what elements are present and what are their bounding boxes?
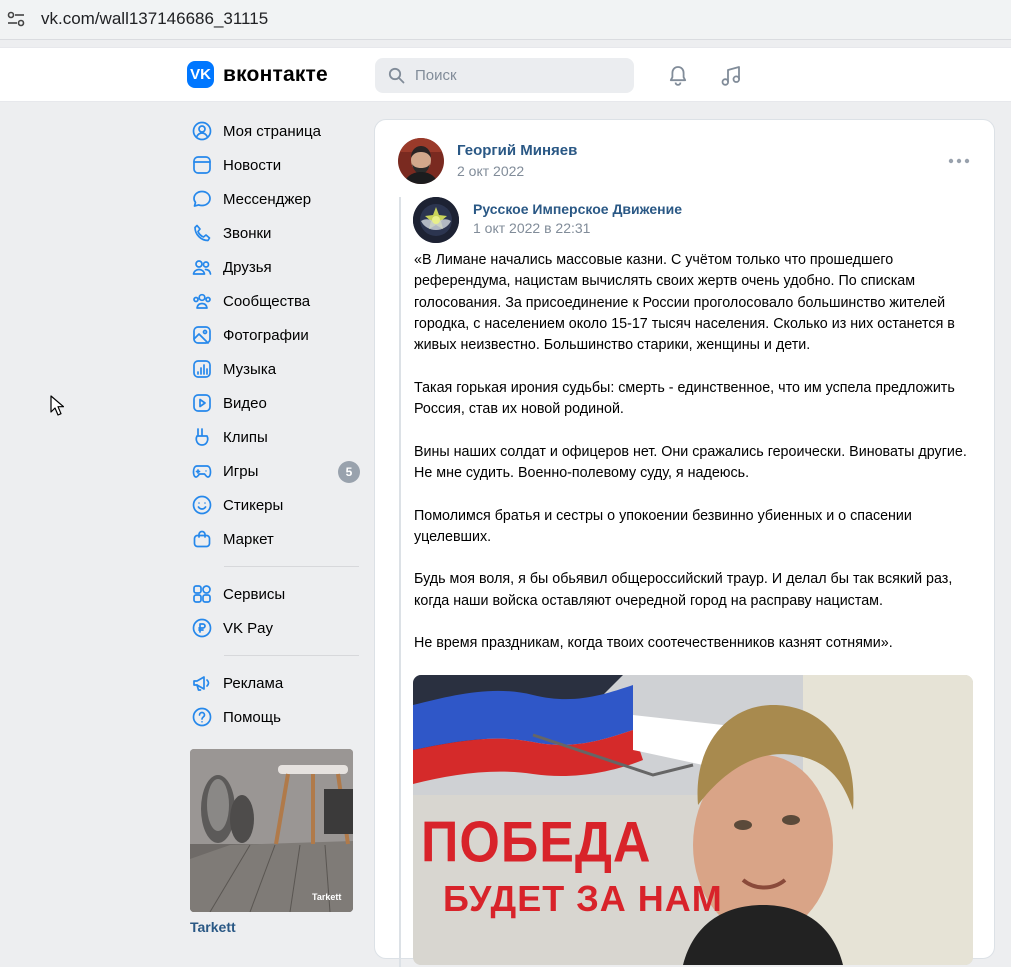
sidebar-item-label: Стикеры [223, 497, 284, 514]
sidebar-item-news[interactable]: Новости [188, 148, 363, 182]
sidebar-item-services[interactable]: Сервисы [188, 577, 363, 611]
repost-divider-line [399, 197, 401, 967]
phone-icon [194, 224, 211, 242]
sidebar-item-video[interactable]: Видео [188, 386, 363, 420]
sidebar-item-clips[interactable]: Клипы [188, 420, 363, 454]
post-paragraph: Будь моя воля, я бы обьявил общероссийск… [414, 571, 953, 609]
sidebar-item-games[interactable]: Игры 5 [188, 454, 363, 488]
post-paragraph: Такая горькая ирония судьбы: смерть - ед… [414, 379, 955, 418]
photo-caption-line1: ПОБЕДА [421, 811, 652, 875]
post-paragraph: Вины наших солдат и офицеров нет. Они ср… [414, 443, 967, 481]
sidebar-item-vkpay[interactable]: VK Pay [188, 611, 363, 645]
sidebar-item-market[interactable]: Маркет [188, 522, 363, 556]
news-icon [193, 156, 211, 174]
vkpay-icon [192, 618, 212, 638]
browser-address-bar[interactable]: vk.com/wall137146686_31115 [0, 0, 1011, 40]
friends-icon [192, 260, 212, 275]
sidebar-item-label: Новости [223, 157, 282, 174]
post-paragraph: Не время праздникам, когда твоих соотече… [414, 635, 893, 652]
promo-image[interactable]: Tarkett [190, 749, 353, 912]
sidebar-item-phone[interactable]: Звонки [188, 216, 363, 250]
vk-logo[interactable]: VK вконтакте [187, 61, 328, 88]
wall-post: Георгий Миняев 2 окт 2022 Русское Имперс… [374, 119, 995, 967]
sidebar-item-badge: 5 [338, 461, 360, 483]
sidebar-item-label: Музыка [223, 361, 277, 378]
mouse-cursor-icon [50, 395, 64, 416]
repost-date[interactable]: 1 окт 2022 в 22:31 [473, 220, 590, 236]
author-avatar[interactable] [398, 138, 444, 184]
more-options-icon[interactable] [948, 157, 970, 165]
user-circle-icon [192, 121, 212, 141]
promo-title[interactable]: Tarkett [190, 919, 236, 935]
vk-logo-mark: VK [187, 61, 214, 88]
search-icon [388, 67, 405, 84]
repost-source-name[interactable]: Русское Имперское Движение [473, 201, 682, 217]
sidebar-item-communities[interactable]: Сообщества [188, 284, 363, 318]
sidebar-item-label: Сообщества [223, 293, 311, 310]
market-icon [193, 530, 211, 548]
sidebar-item-music[interactable]: Музыка [188, 352, 363, 386]
post-paragraph: «В Лимане начались массовые казни. С учё… [414, 252, 955, 354]
sidebar-divider [224, 566, 359, 567]
sidebar-item-label: Реклама [223, 675, 284, 692]
sidebar-item-sticker[interactable]: Стикеры [188, 488, 363, 522]
left-sidebar: Моя страница Новости Мессенджер Звонки Друзь… [188, 114, 363, 734]
clips-icon [195, 428, 209, 446]
sidebar-item-label: Маркет [223, 531, 274, 548]
vk-header: VK вконтакте [0, 47, 1011, 102]
music-note-icon[interactable] [719, 64, 743, 88]
sidebar-item-photo[interactable]: Фотографии [188, 318, 363, 352]
post-text: «В Лимане начались массовые казни. С учё… [414, 250, 982, 676]
vk-logo-text: вконтакте [223, 62, 328, 86]
author-avatar-image [398, 138, 444, 184]
sidebar-item-label: VK Pay [223, 620, 274, 637]
photo-icon [193, 326, 211, 344]
post-author-name[interactable]: Георгий Миняев [457, 142, 577, 159]
sidebar-item-label: Мессенджер [223, 191, 312, 208]
message-icon [193, 190, 211, 207]
sidebar-item-label: Моя страница [223, 123, 321, 140]
sidebar-item-label: Сервисы [223, 586, 286, 603]
sidebar-divider [224, 655, 359, 656]
url-text[interactable]: vk.com/wall137146686_31115 [41, 9, 268, 29]
sidebar-item-label: Игры [223, 463, 259, 480]
site-settings-icon[interactable] [6, 9, 26, 29]
post-photo[interactable]: ПОБЕДА БУДЕТ ЗА НАМ [413, 675, 973, 965]
search-input[interactable] [415, 58, 625, 93]
sidebar-item-help[interactable]: Помощь [188, 700, 363, 734]
communities-icon [193, 293, 211, 309]
promo-brand-logo: Tarkett [312, 892, 342, 902]
sidebar-item-label: Фотографии [223, 327, 309, 344]
post-paragraph: Помолимся братья и сестры о упокоении бе… [414, 507, 912, 545]
sidebar-item-message[interactable]: Мессенджер [188, 182, 363, 216]
sticker-icon [192, 495, 212, 515]
repost-source-avatar-image [413, 197, 459, 243]
promo-illustration [190, 749, 353, 912]
sidebar-item-label: Видео [223, 395, 267, 412]
sidebar-item-friends[interactable]: Друзья [188, 250, 363, 284]
post-date[interactable]: 2 окт 2022 [457, 163, 524, 179]
notifications-bell-icon[interactable] [666, 64, 690, 88]
search-box[interactable] [375, 58, 634, 93]
services-icon [193, 585, 211, 603]
sidebar-item-label: Звонки [223, 225, 272, 242]
sidebar-item-label: Клипы [223, 429, 268, 446]
games-icon [192, 465, 212, 478]
repost-source-avatar[interactable] [413, 197, 459, 243]
music-icon [193, 360, 211, 378]
help-icon [192, 707, 212, 727]
sidebar-item-ads[interactable]: Реклама [188, 666, 363, 700]
photo-caption-line2: БУДЕТ ЗА НАМ [443, 878, 723, 919]
sidebar-item-label: Помощь [223, 709, 281, 726]
ads-icon [193, 676, 210, 691]
video-icon [193, 394, 211, 412]
sidebar-item-user-circle[interactable]: Моя страница [188, 114, 363, 148]
sidebar-item-label: Друзья [223, 259, 272, 276]
